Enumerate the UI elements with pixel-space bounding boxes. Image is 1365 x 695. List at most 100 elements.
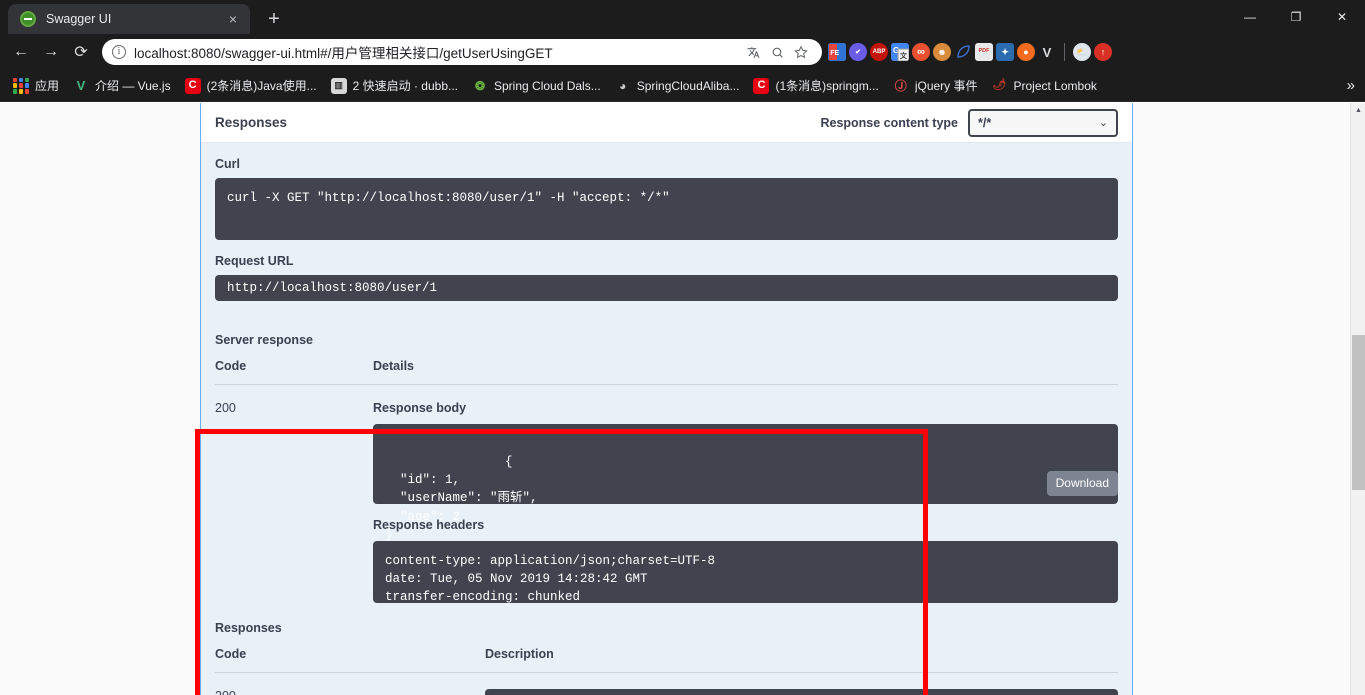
new-tab-button[interactable]: + bbox=[260, 5, 288, 33]
bookmarks-overflow-icon[interactable]: » bbox=[1347, 77, 1355, 94]
jquery-icon: Ⓙ bbox=[894, 78, 907, 93]
bookmark-item-1[interactable]: C (2条消息)Java使用... bbox=[178, 74, 324, 98]
documented-response-description: OK bbox=[485, 689, 1118, 695]
close-window-button[interactable]: ✕ bbox=[1319, 0, 1365, 34]
toolbar-divider bbox=[1064, 43, 1065, 61]
documented-col-code: Code bbox=[215, 647, 247, 661]
curl-label: Curl bbox=[215, 157, 240, 171]
book-icon: ▥ bbox=[330, 77, 347, 94]
bookmark-star-icon[interactable] bbox=[790, 41, 812, 63]
chevron-down-icon: ⌄ bbox=[1098, 117, 1108, 129]
svg-text:文: 文 bbox=[900, 51, 908, 60]
server-response-title: Server response bbox=[215, 333, 313, 347]
server-response-details: Response body { "id": 1, "userName": "雨斩… bbox=[373, 401, 1118, 604]
adblock-plus-extension-icon[interactable]: ABP bbox=[870, 43, 888, 61]
response-content-type-label: Response content type bbox=[820, 115, 958, 130]
reload-icon[interactable]: ⟳ bbox=[66, 37, 96, 67]
documented-responses-table: Code Description 200 OK bbox=[215, 647, 1118, 695]
bookmark-label-1: (2条消息)Java使用... bbox=[206, 79, 317, 93]
swagger-operation-panel: Responses Response content type */* ⌄ Cu… bbox=[200, 103, 1133, 695]
documented-responses-section: Responses Code Description 200 OK bbox=[201, 621, 1132, 695]
bookmark-item-7[interactable]: 🌶 Project Lombok bbox=[985, 74, 1104, 98]
response-content-type-value: */* bbox=[978, 115, 992, 130]
bookmarks-bar: 应用 V 介绍 — Vue.js C (2条消息)Java使用... ▥ 2 快… bbox=[0, 70, 1365, 102]
request-url-label: Request URL bbox=[215, 254, 294, 268]
bookmark-apps-label: 应用 bbox=[35, 79, 60, 93]
vue-icon: V bbox=[76, 78, 86, 93]
documented-responses-title: Responses bbox=[215, 621, 282, 635]
server-response-row: 200 Response body { "id": 1, "userName":… bbox=[215, 385, 1118, 604]
address-bar[interactable]: i localhost:8080/swagger-ui.html#/用户管理相关… bbox=[102, 39, 822, 65]
url-text: localhost:8080/swagger-ui.html#/用户管理相关接口… bbox=[134, 46, 553, 61]
orange-ball-extension-icon[interactable]: ● bbox=[1017, 43, 1035, 61]
minimize-button[interactable]: — bbox=[1227, 0, 1273, 34]
google-translate-extension-icon[interactable]: G文 bbox=[891, 43, 909, 61]
bookmark-label-5: (1条消息)springm... bbox=[775, 79, 879, 93]
bookmark-item-4[interactable]: ◕ SpringCloudAliba... bbox=[608, 74, 747, 98]
bookmark-item-0[interactable]: V 介绍 — Vue.js bbox=[66, 74, 178, 98]
spring-icon: ❂ bbox=[474, 78, 486, 93]
bookmark-item-6[interactable]: Ⓙ jQuery 事件 bbox=[886, 74, 985, 98]
github-icon: ◕ bbox=[619, 78, 627, 93]
window-controls: — ❐ ✕ bbox=[1227, 0, 1365, 34]
chrome-menu-update-icon[interactable]: ↑ bbox=[1094, 43, 1112, 61]
translate-icon[interactable] bbox=[742, 41, 764, 63]
check-circle-extension-icon[interactable]: ✔ bbox=[849, 43, 867, 61]
bookmark-label-2: 2 快速启动 · dubb... bbox=[352, 79, 458, 93]
browser-tab-swagger-ui[interactable]: Swagger UI × bbox=[8, 4, 250, 34]
bookmark-label-4: SpringCloudAliba... bbox=[636, 78, 740, 93]
response-content-type-select[interactable]: */* ⌄ bbox=[968, 108, 1118, 137]
site-info-icon[interactable]: i bbox=[112, 45, 126, 59]
responses-header: Responses Response content type */* ⌄ bbox=[201, 103, 1132, 143]
omnibox-icons bbox=[742, 41, 812, 63]
tab-title: Swagger UI bbox=[46, 12, 112, 26]
bookmark-apps[interactable]: 应用 bbox=[6, 74, 66, 98]
request-url-box: http://localhost:8080/user/1 bbox=[215, 275, 1118, 301]
response-body-box: { "id": 1, "userName": "雨斩", "age": 2 } … bbox=[373, 424, 1118, 542]
server-response-code: 200 bbox=[215, 401, 236, 415]
response-headers-box: content-type: application/json;charset=U… bbox=[373, 541, 1118, 604]
bookmark-label-6: jQuery 事件 bbox=[914, 79, 978, 93]
page-scrollbar[interactable]: ▲ bbox=[1350, 103, 1365, 695]
table-row: 200 OK bbox=[215, 673, 1118, 695]
browser-navbar: ← → ⟳ i localhost:8080/swagger-ui.html#/… bbox=[0, 34, 1365, 70]
bookmark-label-0: 介绍 — Vue.js bbox=[95, 79, 171, 93]
curl-request-section: Curl curl -X GET "http://localhost:8080/… bbox=[201, 143, 1132, 315]
documented-response-description-cell: OK bbox=[485, 689, 1118, 695]
bookmark-item-3[interactable]: ❂ Spring Cloud Dals... bbox=[465, 74, 608, 98]
server-response-col-details: Details bbox=[373, 359, 414, 373]
scroll-up-arrow-icon[interactable]: ▲ bbox=[1351, 103, 1365, 118]
apps-grid-icon bbox=[13, 77, 29, 94]
response-headers-label: Response headers bbox=[373, 518, 1118, 532]
maximize-button[interactable]: ❐ bbox=[1273, 0, 1319, 34]
browser-titlebar: Swagger UI × + — ❐ ✕ bbox=[0, 0, 1365, 34]
forward-icon[interactable]: → bbox=[36, 37, 66, 67]
scrollbar-thumb[interactable] bbox=[1352, 335, 1365, 490]
blue-tool-extension-icon[interactable]: ✦ bbox=[996, 43, 1014, 61]
pdf-extension-icon[interactable]: PDF bbox=[975, 43, 993, 61]
swagger-logo-icon bbox=[20, 11, 36, 27]
server-response-table: Code Details 200 Response body { "id": 1… bbox=[215, 359, 1118, 604]
browser-window: Swagger UI × + — ❐ ✕ ← → ⟳ i localhost:8… bbox=[0, 0, 1365, 695]
responses-title: Responses bbox=[215, 115, 288, 130]
extensions-toolbar: FE ✔ ABP G文 ∞ ☻ PDF ✦ ● V ⛅ ↑ bbox=[828, 43, 1112, 61]
monkey-extension-icon[interactable]: ☻ bbox=[933, 43, 951, 61]
curl-command-box: curl -X GET "http://localhost:8080/user/… bbox=[215, 178, 1118, 240]
lombok-icon: 🌶 bbox=[992, 79, 1007, 91]
response-body-label: Response body bbox=[373, 401, 467, 415]
download-button[interactable]: Download bbox=[1046, 470, 1118, 496]
csdn-icon-2: C bbox=[753, 77, 770, 94]
search-icon[interactable] bbox=[766, 41, 788, 63]
server-response-table-header: Code Details bbox=[215, 359, 1118, 385]
bookmark-item-5[interactable]: C (1条消息)springm... bbox=[746, 74, 885, 98]
infinity-extension-icon[interactable]: ∞ bbox=[912, 43, 930, 61]
back-icon[interactable]: ← bbox=[6, 37, 36, 67]
leaf-extension-icon[interactable] bbox=[954, 43, 972, 61]
server-response-col-code: Code bbox=[215, 359, 247, 373]
profile-avatar[interactable]: ⛅ bbox=[1073, 43, 1091, 61]
feedly-extension-icon[interactable]: FE bbox=[828, 43, 846, 61]
documented-response-code: 200 bbox=[215, 689, 485, 695]
close-icon[interactable]: × bbox=[224, 10, 242, 28]
vue-devtools-extension-icon[interactable]: V bbox=[1038, 43, 1056, 61]
bookmark-item-2[interactable]: ▥ 2 快速启动 · dubb... bbox=[324, 74, 465, 98]
